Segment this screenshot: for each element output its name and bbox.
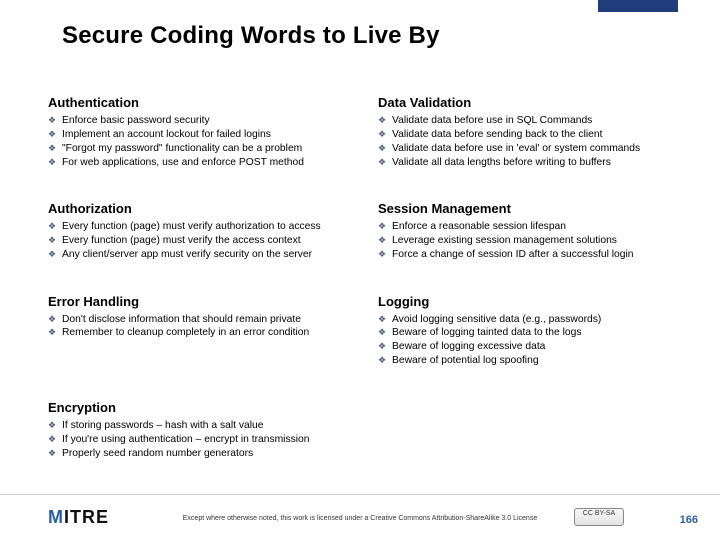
item-text: Properly seed random number generators	[62, 447, 360, 461]
item-text: Force a change of session ID after a suc…	[392, 248, 690, 262]
bullet-icon: ❖	[48, 128, 62, 142]
list-item: ❖Validate data before use in 'eval' or s…	[378, 142, 690, 156]
list-item: ❖Validate data before use in SQL Command…	[378, 114, 690, 128]
item-text: Beware of logging tainted data to the lo…	[392, 326, 690, 340]
section-logging: Logging ❖Avoid logging sensitive data (e…	[378, 294, 690, 386]
item-text: Beware of potential log spoofing	[392, 354, 690, 368]
bullet-icon: ❖	[378, 234, 392, 248]
list-item: ❖Avoid logging sensitive data (e.g., pas…	[378, 313, 690, 327]
page-title: Secure Coding Words to Live By	[62, 22, 440, 50]
section-heading: Logging	[378, 294, 690, 309]
bullet-icon: ❖	[378, 326, 392, 340]
item-text: Every function (page) must verify author…	[62, 220, 360, 234]
list-item: ❖Remember to cleanup completely in an er…	[48, 326, 360, 340]
item-text: Validate data before use in SQL Commands	[392, 114, 690, 128]
list-item: ❖Any client/server app must verify secur…	[48, 248, 360, 262]
section-heading: Encryption	[48, 400, 360, 415]
section-items: ❖Every function (page) must verify autho…	[48, 220, 360, 262]
bullet-icon: ❖	[378, 142, 392, 156]
item-text: Enforce basic password security	[62, 114, 360, 128]
accent-bar	[598, 0, 678, 12]
list-item: ❖Validate all data lengths before writin…	[378, 156, 690, 170]
section-items: ❖Don't disclose information that should …	[48, 313, 360, 341]
bullet-icon: ❖	[48, 114, 62, 128]
section-items: ❖Enforce basic password security ❖Implem…	[48, 114, 360, 170]
list-item: ❖Beware of potential log spoofing	[378, 354, 690, 368]
list-item: ❖For web applications, use and enforce P…	[48, 156, 360, 170]
page-number: 166	[680, 514, 698, 526]
content-grid: Authentication ❖Enforce basic password s…	[48, 95, 690, 478]
cc-badge-icon: CC BY-SA	[574, 508, 624, 526]
item-text: Validate data before sending back to the…	[392, 128, 690, 142]
section-items: ❖If storing passwords – hash with a salt…	[48, 419, 360, 461]
item-text: Validate data before use in 'eval' or sy…	[392, 142, 690, 156]
item-text: Avoid logging sensitive data (e.g., pass…	[392, 313, 690, 327]
section-heading: Authentication	[48, 95, 360, 110]
section-authentication: Authentication ❖Enforce basic password s…	[48, 95, 360, 187]
list-item: ❖Force a change of session ID after a su…	[378, 248, 690, 262]
bullet-icon: ❖	[378, 128, 392, 142]
section-error-handling: Error Handling ❖Don't disclose informati…	[48, 294, 360, 386]
bullet-icon: ❖	[378, 156, 392, 170]
item-text: Enforce a reasonable session lifespan	[392, 220, 690, 234]
bullet-icon: ❖	[378, 340, 392, 354]
bullet-icon: ❖	[378, 313, 392, 327]
list-item: ❖Don't disclose information that should …	[48, 313, 360, 327]
footer: MITRE Except where otherwise noted, this…	[0, 494, 720, 540]
list-item: ❖Beware of logging tainted data to the l…	[378, 326, 690, 340]
slide-page: Secure Coding Words to Live By Authentic…	[0, 0, 720, 540]
section-heading: Session Management	[378, 201, 690, 216]
item-text: "Forgot my password" functionality can b…	[62, 142, 360, 156]
bullet-icon: ❖	[48, 220, 62, 234]
section-session-management: Session Management ❖Enforce a reasonable…	[378, 201, 690, 279]
item-text: Remember to cleanup completely in an err…	[62, 326, 360, 340]
item-text: Any client/server app must verify securi…	[62, 248, 360, 262]
list-item: ❖"Forgot my password" functionality can …	[48, 142, 360, 156]
item-text: If you're using authentication – encrypt…	[62, 433, 360, 447]
bullet-icon: ❖	[48, 248, 62, 262]
list-item: ❖Beware of logging excessive data	[378, 340, 690, 354]
list-item: ❖Enforce basic password security	[48, 114, 360, 128]
bullet-icon: ❖	[48, 234, 62, 248]
section-items: ❖Validate data before use in SQL Command…	[378, 114, 690, 170]
list-item: ❖If you're using authentication – encryp…	[48, 433, 360, 447]
item-text: If storing passwords – hash with a salt …	[62, 419, 360, 433]
list-item: ❖Validate data before sending back to th…	[378, 128, 690, 142]
bullet-icon: ❖	[48, 142, 62, 156]
item-text: Don't disclose information that should r…	[62, 313, 360, 327]
list-item: ❖Every function (page) must verify the a…	[48, 234, 360, 248]
section-items: ❖Enforce a reasonable session lifespan ❖…	[378, 220, 690, 262]
section-encryption: Encryption ❖If storing passwords – hash …	[48, 400, 360, 478]
list-item: ❖Implement an account lockout for failed…	[48, 128, 360, 142]
section-authorization: Authorization ❖Every function (page) mus…	[48, 201, 360, 279]
list-item: ❖If storing passwords – hash with a salt…	[48, 419, 360, 433]
bullet-icon: ❖	[48, 326, 62, 340]
list-item: ❖Leverage existing session management so…	[378, 234, 690, 248]
bullet-icon: ❖	[48, 433, 62, 447]
section-data-validation: Data Validation ❖Validate data before us…	[378, 95, 690, 187]
item-text: For web applications, use and enforce PO…	[62, 156, 360, 170]
section-heading: Authorization	[48, 201, 360, 216]
bullet-icon: ❖	[378, 220, 392, 234]
section-heading: Error Handling	[48, 294, 360, 309]
item-text: Every function (page) must verify the ac…	[62, 234, 360, 248]
bullet-icon: ❖	[48, 419, 62, 433]
item-text: Leverage existing session management sol…	[392, 234, 690, 248]
list-item: ❖Enforce a reasonable session lifespan	[378, 220, 690, 234]
item-text: Validate all data lengths before writing…	[392, 156, 690, 170]
section-heading: Data Validation	[378, 95, 690, 110]
section-items: ❖Avoid logging sensitive data (e.g., pas…	[378, 313, 690, 369]
bullet-icon: ❖	[48, 156, 62, 170]
bullet-icon: ❖	[378, 354, 392, 368]
list-item: ❖Every function (page) must verify autho…	[48, 220, 360, 234]
item-text: Implement an account lockout for failed …	[62, 128, 360, 142]
list-item: ❖Properly seed random number generators	[48, 447, 360, 461]
bullet-icon: ❖	[48, 447, 62, 461]
item-text: Beware of logging excessive data	[392, 340, 690, 354]
bullet-icon: ❖	[378, 114, 392, 128]
bullet-icon: ❖	[378, 248, 392, 262]
bullet-icon: ❖	[48, 313, 62, 327]
